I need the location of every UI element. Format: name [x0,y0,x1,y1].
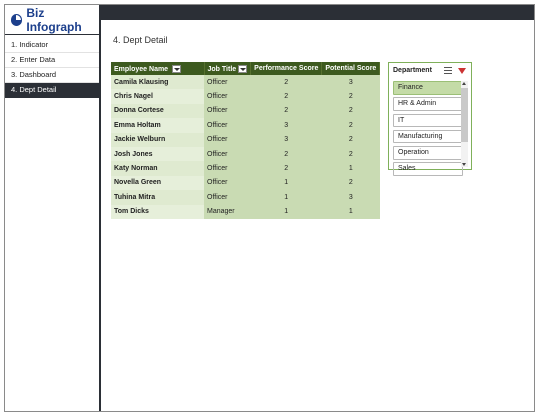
top-bar [101,5,534,20]
scroll-up-icon[interactable] [462,82,466,85]
job-title-cell[interactable]: Officer [204,132,251,147]
table-row: Camila Klausing Officer 2 3 [111,75,380,90]
job-title-cell[interactable]: Officer [204,89,251,104]
sidebar-item-indicator[interactable]: 1. Indicator [5,38,99,53]
sidebar-item-dashboard[interactable]: 3. Dashboard [5,68,99,83]
table-row: Jackie Welburn Officer 3 2 [111,132,380,147]
performance-score-cell[interactable]: 3 [250,132,322,147]
performance-score-cell[interactable]: 2 [250,161,322,176]
performance-score-cell[interactable]: 2 [250,89,322,104]
employee-name-cell[interactable]: Josh Jones [111,146,204,162]
potential-score-cell[interactable]: 2 [321,175,380,191]
potential-score-cell[interactable]: 3 [321,75,380,90]
logo: Biz Infograph [5,5,99,35]
job-title-cell[interactable]: Officer [204,103,251,119]
employee-name-cell[interactable]: Chris Nagel [111,89,204,104]
potential-score-cell[interactable]: 2 [321,146,380,162]
performance-score-cell[interactable]: 2 [250,103,322,119]
employee-name-cell[interactable]: Tuhina Mitra [111,190,204,205]
employee-name-cell[interactable]: Camila Klausing [111,75,204,90]
slicer-item[interactable]: Operation [393,146,463,160]
job-title-cell[interactable]: Manager [204,204,251,219]
slicer-item[interactable]: IT [393,113,463,128]
column-header-job-title: Job Title [204,62,252,75]
slicer-item[interactable]: Sales [393,162,463,176]
job-title-cell[interactable]: Officer [204,175,251,191]
sidebar-item-enter-data[interactable]: 2. Enter Data [5,53,99,68]
table-row: Novella Green Officer 1 2 [111,175,380,191]
table-row: Katy Norman Officer 2 1 [111,161,380,176]
employee-name-cell[interactable]: Emma Holtam [111,118,204,133]
sidebar-item-dept-detail[interactable]: 4. Dept Detail [5,83,99,98]
slicer-header: Department [389,63,471,78]
potential-score-cell[interactable]: 1 [321,204,380,219]
employee-name-cell[interactable]: Katy Norman [111,161,204,176]
performance-score-cell[interactable]: 2 [250,75,322,90]
slicer-item[interactable]: Finance [393,81,463,95]
scroll-down-icon[interactable] [462,163,466,166]
logo-text: Biz Infograph [26,5,82,34]
filter-dropdown-icon[interactable] [238,64,248,73]
column-header-employee: Employee Name [111,62,205,75]
performance-score-cell[interactable]: 1 [250,190,322,205]
job-title-cell[interactable]: Officer [204,146,251,162]
logo-icon [11,13,23,26]
column-header-performance: Performance Score [250,62,323,75]
clear-filter-icon[interactable] [458,67,466,74]
multi-select-icon[interactable] [444,67,452,74]
dept-table: Employee Name Job Title Performance Scor… [111,62,381,219]
sidebar: Biz Infograph 1. Indicator 2. Enter Data… [5,5,101,411]
potential-score-cell[interactable]: 2 [321,118,380,133]
job-title-cell[interactable]: Officer [204,190,251,205]
filter-dropdown-icon[interactable] [172,64,182,73]
table-header-row: Employee Name Job Title Performance Scor… [111,62,381,75]
scroll-thumb[interactable] [461,88,468,142]
table-row: Tuhina Mitra Officer 1 3 [111,190,380,205]
employee-name-cell[interactable]: Jackie Welburn [111,132,204,147]
sidebar-nav: 1. Indicator 2. Enter Data 3. Dashboard … [5,38,99,98]
employee-name-cell[interactable]: Novella Green [111,175,204,191]
job-title-cell[interactable]: Officer [204,75,251,90]
performance-score-cell[interactable]: 1 [250,175,322,191]
potential-score-cell[interactable]: 3 [321,190,380,205]
slicer-item[interactable]: Manufacturing [393,129,463,144]
job-title-cell[interactable]: Officer [204,118,251,133]
potential-score-cell[interactable]: 2 [321,132,380,147]
performance-score-cell[interactable]: 1 [250,204,322,219]
employee-name-cell[interactable]: Tom Dicks [111,204,204,219]
performance-score-cell[interactable]: 3 [250,118,322,133]
performance-score-cell[interactable]: 2 [250,146,322,162]
job-title-cell[interactable]: Officer [204,161,251,176]
department-slicer: Department Finance HR & Admin IT Manufactur… [388,62,472,176]
slicer-item[interactable]: HR & Admin [393,97,463,111]
table-row: Emma Holtam Officer 3 2 [111,118,380,133]
slicer-title: Department [393,67,432,74]
potential-score-cell[interactable]: 1 [321,161,380,176]
potential-score-cell[interactable]: 2 [321,89,380,104]
column-header-potential: Potential Score [321,62,381,75]
table-row: Chris Nagel Officer 2 2 [111,89,380,104]
potential-score-cell[interactable]: 2 [321,103,380,119]
slicer-list: Finance HR & Admin IT Manufacturing Operatio… [393,81,463,179]
page-title: 4. Dept Detail [113,35,168,45]
table-row: Donna Cortese Officer 2 2 [111,103,380,119]
employee-name-cell[interactable]: Donna Cortese [111,103,204,119]
table-row: Tom Dicks Manager 1 1 [111,204,380,219]
table-row: Josh Jones Officer 2 2 [111,146,380,162]
slicer-scrollbar[interactable] [461,81,468,167]
